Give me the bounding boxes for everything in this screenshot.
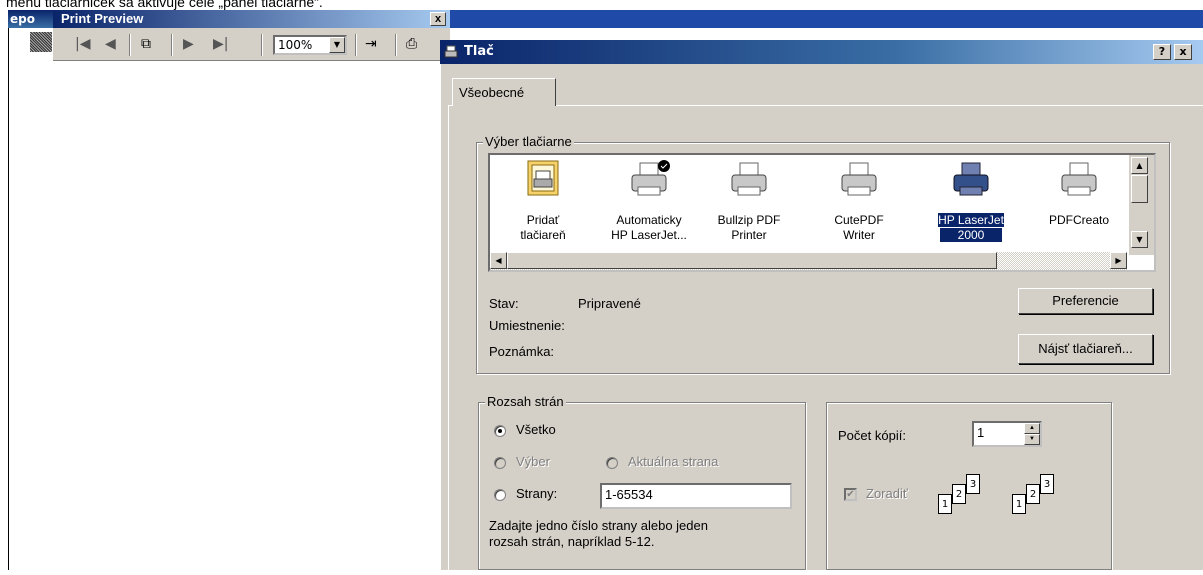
default-printer-icon — [631, 160, 670, 196]
scroll-up-icon[interactable]: ▲ — [1131, 157, 1148, 174]
printer-item-auto[interactable]: Automaticky HP LaserJet... — [600, 155, 698, 255]
printer-name: CutePDF Writer — [834, 213, 884, 242]
print-dialog-titlebar: Tlač ? x — [440, 40, 1203, 64]
zoom-value: 100% — [278, 38, 313, 52]
pages-input[interactable]: 1-65534 — [600, 483, 792, 509]
printer-icon — [953, 162, 989, 196]
collate-page-2: 2 — [1026, 484, 1040, 504]
print-dialog-title: Tlač — [464, 44, 494, 59]
printer-item-bullzip[interactable]: Bullzip PDF Printer — [700, 155, 798, 255]
print-preview-title: Print Preview — [61, 11, 144, 26]
collate-page-1: 1 — [1012, 494, 1026, 514]
zoom-select[interactable]: 100% ▼ — [273, 35, 347, 55]
printer-icon — [731, 162, 767, 196]
location-label: Umiestnenie: — [489, 318, 565, 333]
spin-up-icon[interactable]: ▲ — [1024, 423, 1040, 434]
scroll-right-icon[interactable]: ▶ — [1110, 252, 1127, 269]
preferences-button[interactable]: Preferencie — [1018, 288, 1153, 314]
exit-icon[interactable]: ⇥ — [365, 36, 377, 52]
multipage-icon[interactable]: ⧉ — [141, 36, 151, 52]
toolbar-separator — [261, 34, 263, 56]
status-value: Pripravené — [578, 296, 641, 311]
scroll-thumb[interactable] — [1131, 175, 1148, 203]
printer-item-hp2000[interactable]: HP LaserJet 2000 — [922, 155, 1020, 255]
printer-item-add[interactable]: Pridať tlačiareň — [494, 155, 592, 255]
collate-page-2: 2 — [952, 484, 966, 504]
range-hint-line2: rozsah strán, napríklad 5-12. — [489, 534, 655, 549]
scroll-down-icon[interactable]: ▼ — [1131, 231, 1148, 248]
printer-icon — [841, 162, 877, 196]
document-text: menu tlačiarniček sa aktivuje celé „pane… — [6, 0, 323, 10]
comment-label: Poznámka: — [489, 344, 555, 359]
collate-page-1: 1 — [938, 494, 952, 514]
side-window-title: epo — [8, 10, 53, 28]
first-page-icon[interactable]: |◀ — [75, 36, 90, 52]
prev-page-icon[interactable]: ◀ — [105, 36, 116, 52]
spin-down-icon[interactable]: ▼ — [1024, 434, 1040, 445]
next-page-icon[interactable]: ▶ — [183, 36, 194, 52]
scroll-left-icon[interactable]: ◀ — [490, 252, 507, 269]
print-preview-titlebar: Print Preview x — [53, 10, 450, 28]
range-pages-radio[interactable] — [494, 489, 506, 501]
print-preview-close-button[interactable]: x — [430, 12, 446, 26]
range-current-label: Aktuálna strana — [628, 454, 719, 469]
printer-item-pdfcreator[interactable]: PDFCreato — [1030, 155, 1128, 255]
copies-value: 1 — [977, 425, 985, 440]
close-button[interactable]: x — [1174, 44, 1192, 60]
last-page-icon[interactable]: ▶| — [213, 36, 228, 52]
chevron-down-icon[interactable]: ▼ — [329, 37, 345, 53]
find-printer-button[interactable]: Nájsť tlačiareň... — [1018, 334, 1153, 364]
print-icon[interactable]: ⎙ — [406, 36, 417, 52]
collate-page-3: 3 — [1040, 474, 1054, 494]
status-label: Stav: — [489, 296, 519, 311]
printer-name: Bullzip PDF Printer — [717, 213, 781, 242]
copies-label: Počet kópií: — [838, 428, 906, 443]
printer-name: Pridať tlačiareň — [520, 213, 566, 242]
printer-group-label: Výber tlačiarne — [483, 134, 574, 149]
toolbar-separator — [129, 34, 131, 56]
printer-item-cutepdf[interactable]: CutePDF Writer — [810, 155, 908, 255]
tab-general[interactable]: Všeobecné — [452, 78, 556, 106]
toolbar-separator — [171, 34, 173, 56]
range-selection-label: Výber — [516, 454, 550, 469]
page-range-label: Rozsah strán — [485, 394, 566, 409]
copies-input[interactable]: 1 ▲ ▼ — [972, 421, 1042, 447]
printer-list-hscroll[interactable]: ◀ ▶ — [490, 252, 1127, 270]
add-printer-icon — [527, 160, 559, 196]
side-window-icon — [30, 32, 52, 52]
range-pages-label: Strany: — [516, 486, 558, 501]
printer-name-selected: HP LaserJet 2000 — [938, 213, 1004, 242]
range-all-radio[interactable] — [494, 425, 506, 437]
printer-icon — [1061, 162, 1097, 196]
printer-name: PDFCreato — [1048, 213, 1110, 227]
printer-name: Automaticky HP LaserJet... — [611, 213, 687, 242]
collate-checkbox: ✔ — [844, 488, 857, 501]
collate-page-3: 3 — [966, 474, 980, 494]
range-current-radio — [606, 457, 618, 469]
range-all-label: Všetko — [516, 422, 556, 437]
print-preview-toolbar: |◀ ◀ ⧉ ▶ ▶| 100% ▼ ⇥ ⎙ — [53, 28, 450, 61]
range-selection-radio — [494, 457, 506, 469]
scroll-thumb[interactable] — [507, 252, 997, 269]
printer-title-icon — [444, 45, 458, 58]
printer-list-vscroll[interactable]: ▲ ▼ — [1129, 155, 1154, 255]
help-button[interactable]: ? — [1153, 44, 1171, 60]
range-hint-line1: Zadajte jedno číslo strany alebo jeden — [489, 518, 708, 533]
toolbar-separator — [355, 34, 357, 56]
collate-label: Zoradiť — [866, 486, 908, 501]
toolbar-separator — [395, 34, 397, 56]
